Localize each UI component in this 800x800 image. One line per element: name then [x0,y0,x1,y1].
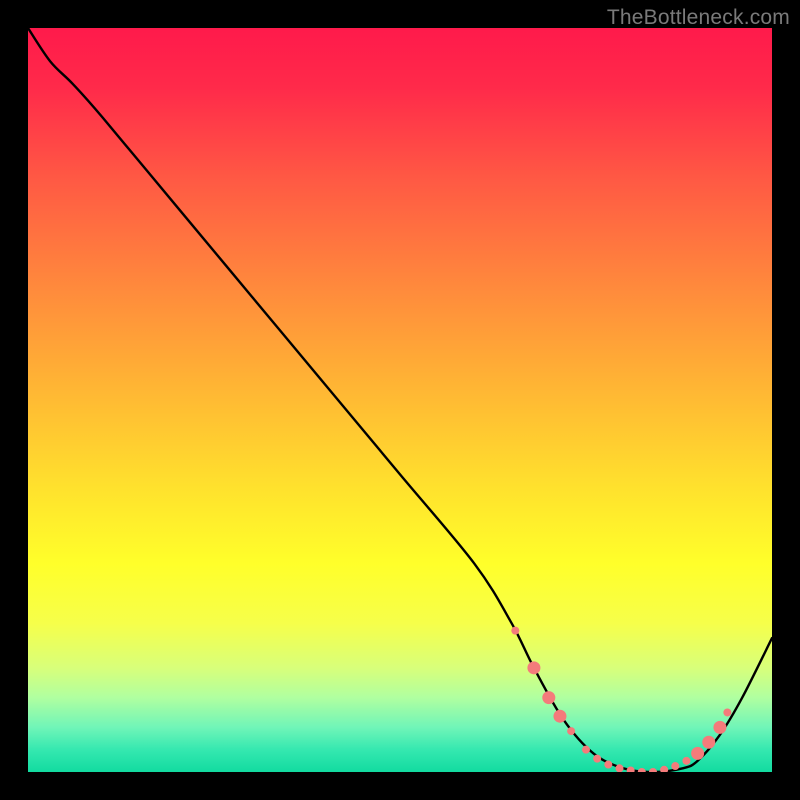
dot [682,757,690,765]
dot [542,691,555,704]
watermark-text: TheBottleneck.com [607,6,790,30]
dot [527,661,540,674]
plot-area [28,28,772,772]
dot [553,710,566,723]
dot [671,762,679,770]
dot [691,747,704,760]
dot [615,764,623,772]
gradient-background [28,28,772,772]
dot [582,746,590,754]
dot [593,755,601,763]
plot-svg [28,28,772,772]
dot [604,761,612,769]
chart-stage: TheBottleneck.com [0,0,800,800]
dot [511,627,519,635]
dot [723,708,731,716]
dot [702,736,715,749]
dot [567,727,575,735]
dot [713,721,726,734]
